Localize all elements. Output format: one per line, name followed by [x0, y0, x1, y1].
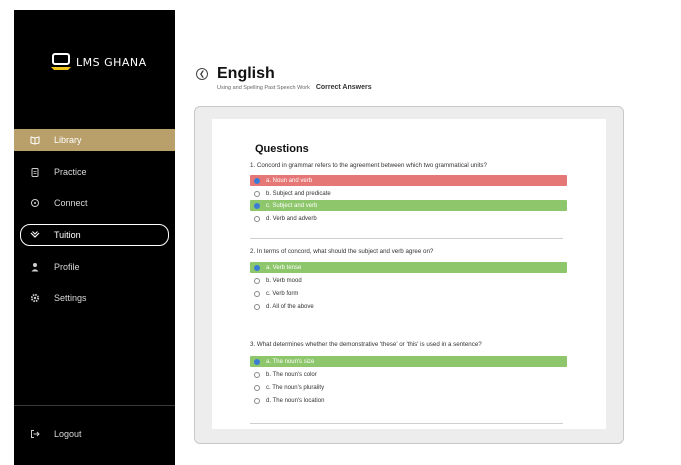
chat-icon [30, 198, 40, 208]
option-label: d. Verb and adverb [266, 215, 317, 222]
sidebar-item-label: Profile [54, 262, 80, 272]
breadcrumb: Using and Spelling Past Speech Work Corre… [217, 84, 372, 91]
radio-icon[interactable] [254, 264, 260, 271]
person-icon [30, 262, 40, 272]
sidebar-item-label: Library [54, 135, 82, 145]
radio-icon[interactable] [254, 303, 260, 310]
sidebar-item-label: Tuition [54, 230, 81, 240]
answer-option[interactable]: a. Verb tense [250, 262, 567, 273]
answer-option[interactable]: d. All of the above [250, 301, 567, 312]
sidebar-item-practice[interactable]: Practice [14, 161, 175, 183]
option-label: b. The noun's color [266, 371, 317, 378]
option-label: b. Subject and predicate [266, 190, 331, 197]
option-label: a. Verb tense [266, 264, 302, 271]
page-title: English [217, 65, 275, 82]
option-label: d. The noun's location [266, 397, 325, 404]
radio-icon[interactable] [254, 371, 260, 378]
sidebar-item-label: Practice [54, 167, 87, 177]
question-text: 3. What determines whether the demonstra… [250, 341, 482, 348]
question-text: 1. Concord in grammar refers to the agre… [250, 162, 487, 169]
logout-icon [30, 429, 40, 439]
breadcrumb-text: Using and Spelling Past Speech Work [217, 85, 310, 91]
graduation-icon [30, 230, 40, 240]
sidebar-item-tuition[interactable]: Tuition [20, 224, 169, 246]
question-text: 2. In terms of concord, what should the … [250, 248, 434, 255]
radio-icon[interactable] [254, 202, 260, 209]
radio-icon[interactable] [254, 384, 260, 391]
option-label: c. Verb form [266, 290, 299, 297]
answer-option[interactable]: b. Verb mood [250, 275, 567, 286]
logout-button[interactable]: Logout [14, 423, 175, 445]
option-label: d. All of the above [266, 303, 314, 310]
radio-icon[interactable] [254, 397, 260, 404]
sidebar-item-label: Settings [54, 293, 87, 303]
answer-option[interactable]: b. Subject and predicate [250, 188, 567, 199]
sidebar-item-settings[interactable]: Settings [14, 287, 175, 309]
back-button[interactable]: ❮ [196, 68, 208, 80]
questions-sheet[interactable]: Questions 1. Concord in grammar refers t… [212, 119, 606, 429]
sidebar-item-library[interactable]: Library [14, 129, 175, 151]
question-divider [250, 238, 563, 239]
logout-label: Logout [54, 429, 82, 439]
radio-icon[interactable] [254, 358, 260, 365]
option-label: c. The noun's plurality [266, 384, 325, 391]
radio-icon[interactable] [254, 215, 260, 222]
sidebar-item-connect[interactable]: Connect [14, 192, 175, 214]
option-label: a. The noun's size [266, 358, 315, 365]
answer-option[interactable]: a. Noun and verb [250, 175, 567, 186]
app-logo[interactable]: LMS GHANA [50, 52, 147, 72]
sidebar-divider [14, 405, 175, 406]
mode-label: Correct Answers [315, 84, 372, 91]
option-label: b. Verb mood [266, 277, 302, 284]
gear-icon [30, 293, 40, 303]
option-label: a. Noun and verb [266, 177, 313, 184]
radio-icon[interactable] [254, 277, 260, 284]
sidebar: LMS GHANA Library Practice Connect Tuiti… [14, 10, 175, 465]
logo-text: LMS GHANA [76, 55, 147, 69]
question-divider [250, 423, 563, 424]
answer-option[interactable]: a. The noun's size [250, 356, 567, 367]
answer-option[interactable]: c. Verb form [250, 288, 567, 299]
radio-icon[interactable] [254, 177, 260, 184]
radio-icon[interactable] [254, 290, 260, 297]
sidebar-item-label: Connect [54, 198, 88, 208]
radio-icon[interactable] [254, 190, 260, 197]
answer-option[interactable]: c. Subject and verb [250, 200, 567, 211]
chevron-left-icon: ❮ [199, 71, 205, 78]
answer-option[interactable]: d. Verb and adverb [250, 213, 567, 224]
answer-option[interactable]: b. The noun's color [250, 369, 567, 380]
book-icon [30, 135, 40, 145]
answer-option[interactable]: c. The noun's plurality [250, 382, 567, 393]
answer-option[interactable]: d. The noun's location [250, 395, 567, 406]
option-label: c. Subject and verb [266, 202, 318, 209]
sidebar-item-profile[interactable]: Profile [14, 256, 175, 278]
clipboard-icon [30, 167, 40, 177]
logo-icon [50, 52, 72, 72]
questions-heading: Questions [255, 143, 309, 155]
